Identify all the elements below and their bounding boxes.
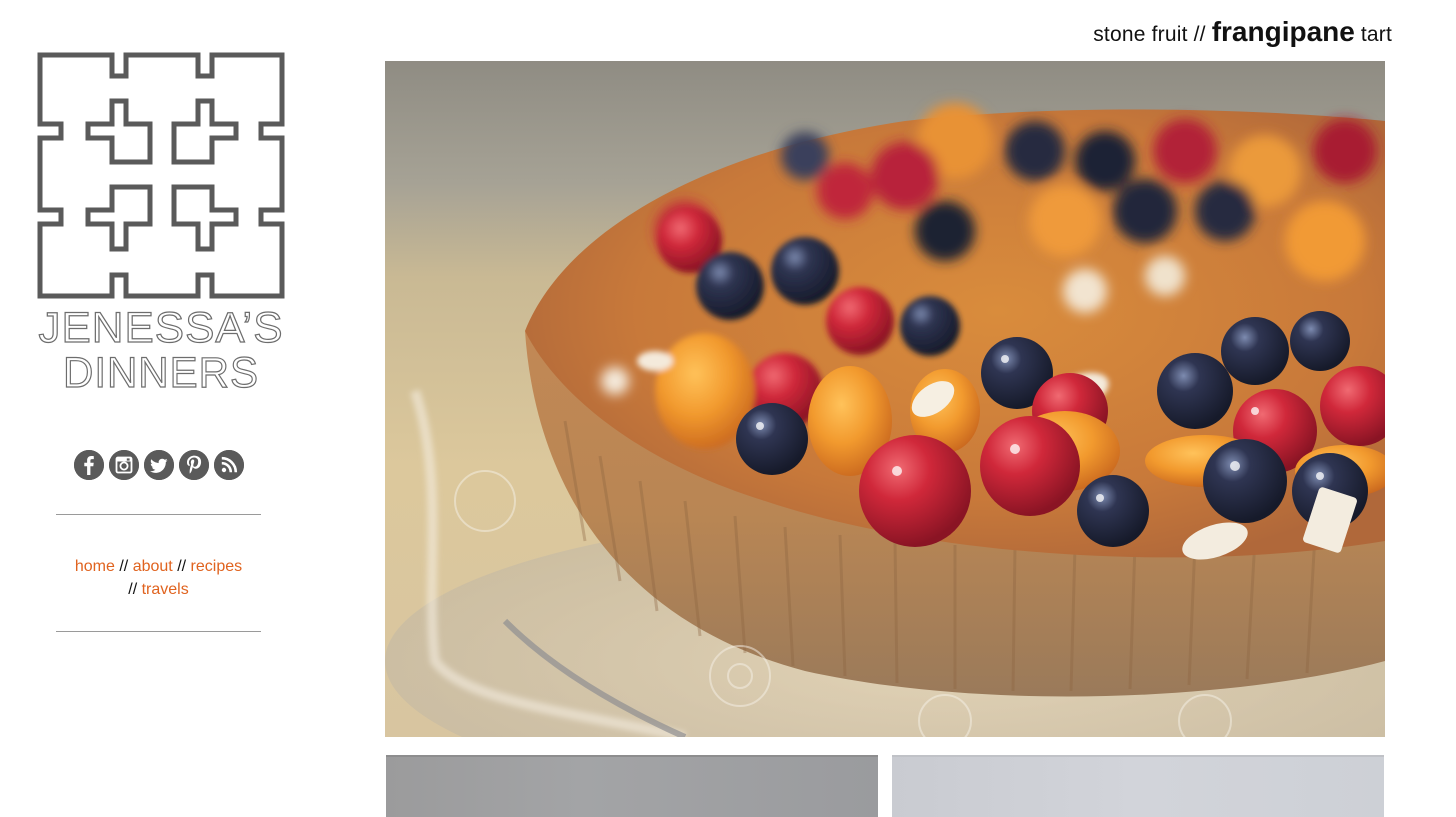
twitter-link[interactable]	[144, 450, 174, 480]
title-word: stone	[1093, 23, 1146, 46]
logo-emblem-icon	[37, 52, 285, 299]
nav-divider-bottom	[56, 631, 261, 632]
instagram-link[interactable]	[109, 450, 139, 480]
facebook-icon	[74, 450, 104, 480]
nav-separator: //	[128, 581, 138, 598]
facebook-link[interactable]	[74, 450, 104, 480]
post-title: stone fruit//frangipane tart	[1093, 16, 1392, 48]
pinterest-link[interactable]	[179, 450, 209, 480]
nav-link-home[interactable]: home	[75, 558, 115, 575]
title-separator: //	[1193, 23, 1206, 46]
instagram-icon	[109, 450, 139, 480]
rss-icon	[214, 450, 244, 480]
main-nav: home // about // recipes // travels	[56, 555, 261, 601]
hero-photo[interactable]	[385, 61, 1385, 737]
nav-separator: //	[119, 558, 129, 575]
logo-line-1: JENESSA’S	[39, 304, 284, 352]
title-word: fruit	[1151, 23, 1188, 46]
nav-divider-top	[56, 514, 261, 515]
nav-link-about[interactable]: about	[133, 558, 173, 575]
pinterest-icon	[179, 450, 209, 480]
nav-link-recipes[interactable]: recipes	[191, 558, 243, 575]
nav-link-travels[interactable]: travels	[142, 581, 189, 598]
twitter-icon	[144, 450, 174, 480]
related-post-thumbnail[interactable]	[386, 755, 878, 817]
sidebar: JENESSA’S DINNERS home // about // recip…	[0, 0, 330, 805]
social-links	[74, 450, 244, 480]
related-post-thumbnail[interactable]	[892, 755, 1384, 817]
site-logo: JENESSA’S DINNERS	[37, 52, 285, 398]
logo-line-2: DINNERS	[63, 349, 259, 397]
title-emphasis-word: frangipane	[1211, 16, 1355, 47]
title-word: tart	[1360, 23, 1392, 46]
rss-link[interactable]	[214, 450, 244, 480]
nav-separator: //	[177, 558, 187, 575]
tart-photo-illustration	[385, 61, 1385, 737]
